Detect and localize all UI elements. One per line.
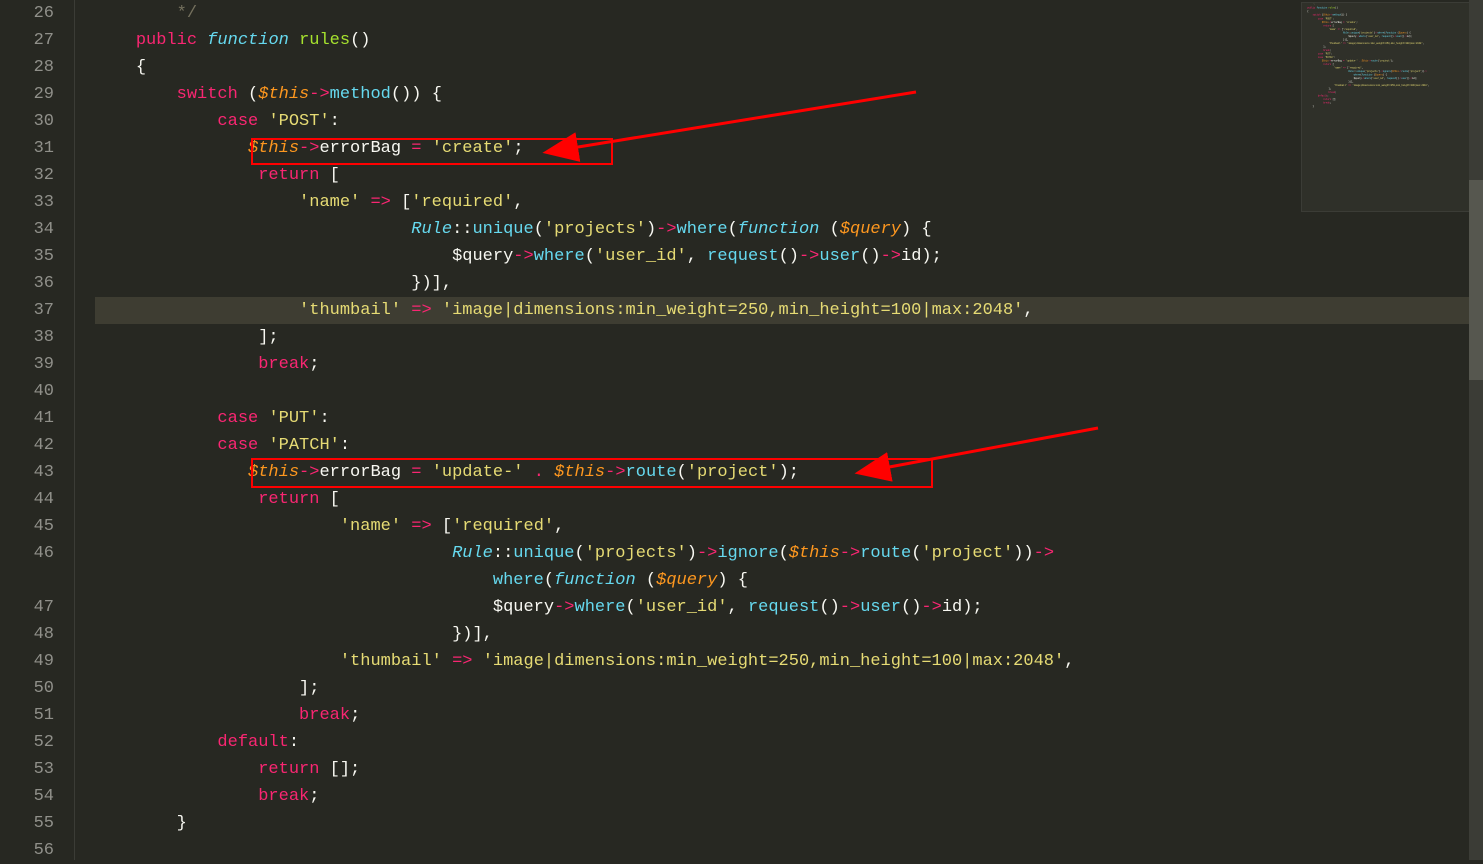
code-line[interactable]: return []; <box>95 756 1483 783</box>
line-number: 53 <box>0 756 54 783</box>
line-number: 30 <box>0 108 54 135</box>
code-line[interactable]: })], <box>95 270 1483 297</box>
line-number: 47 <box>0 594 54 621</box>
line-number: 45 <box>0 513 54 540</box>
code-line[interactable]: 'name' => ['required', <box>95 189 1483 216</box>
code-line[interactable]: case 'PUT': <box>95 405 1483 432</box>
code-line[interactable]: Rule::unique('projects')->where(function… <box>95 216 1483 243</box>
line-number: 27 <box>0 27 54 54</box>
code-line[interactable]: $query->where('user_id', request()->user… <box>95 243 1483 270</box>
code-line[interactable]: $this->errorBag = 'update-' . $this->rou… <box>95 459 1483 486</box>
line-number: 46 <box>0 540 54 594</box>
code-line[interactable]: public function rules() <box>95 27 1483 54</box>
line-number: 39 <box>0 351 54 378</box>
line-number: 51 <box>0 702 54 729</box>
line-number-gutter: 2627282930313233343536373839404142434445… <box>0 0 75 860</box>
code-line[interactable]: 'thumbail' => 'image|dimensions:min_weig… <box>95 297 1483 324</box>
line-number: 52 <box>0 729 54 756</box>
code-line[interactable]: } <box>95 810 1483 837</box>
code-line[interactable]: case 'POST': <box>95 108 1483 135</box>
code-line[interactable]: 'thumbail' => 'image|dimensions:min_weig… <box>95 648 1483 675</box>
code-line[interactable]: break; <box>95 351 1483 378</box>
line-number: 49 <box>0 648 54 675</box>
line-number: 50 <box>0 675 54 702</box>
vertical-scrollbar[interactable] <box>1469 0 1483 860</box>
code-line[interactable]: break; <box>95 783 1483 810</box>
code-line[interactable]: Rule::unique('projects')->ignore($this->… <box>95 540 1483 594</box>
line-number: 33 <box>0 189 54 216</box>
line-number: 28 <box>0 54 54 81</box>
code-line[interactable]: default: <box>95 729 1483 756</box>
line-number: 36 <box>0 270 54 297</box>
minimap-content: */ public function rules() { switch ($th… <box>1302 3 1481 108</box>
code-line[interactable]: break; <box>95 702 1483 729</box>
line-number: 42 <box>0 432 54 459</box>
code-line[interactable]: */ <box>95 0 1483 27</box>
code-editor[interactable]: 2627282930313233343536373839404142434445… <box>0 0 1483 860</box>
code-line[interactable]: ]; <box>95 324 1483 351</box>
code-line[interactable]: 'name' => ['required', <box>95 513 1483 540</box>
line-number: 26 <box>0 0 54 27</box>
code-line[interactable]: $this->errorBag = 'create'; <box>95 135 1483 162</box>
minimap[interactable]: */ public function rules() { switch ($th… <box>1301 2 1481 212</box>
code-line[interactable]: })], <box>95 621 1483 648</box>
line-number: 43 <box>0 459 54 486</box>
line-number: 29 <box>0 81 54 108</box>
line-number: 40 <box>0 378 54 405</box>
code-line[interactable] <box>95 378 1483 405</box>
line-number: 48 <box>0 621 54 648</box>
code-line[interactable]: switch ($this->method()) { <box>95 81 1483 108</box>
line-number: 37 <box>0 297 54 324</box>
line-number: 34 <box>0 216 54 243</box>
line-number: 44 <box>0 486 54 513</box>
line-number: 32 <box>0 162 54 189</box>
code-line[interactable]: ]; <box>95 675 1483 702</box>
line-number: 55 <box>0 810 54 837</box>
code-area[interactable]: */ public function rules() { switch ($th… <box>75 0 1483 860</box>
code-line[interactable]: $query->where('user_id', request()->user… <box>95 594 1483 621</box>
line-number: 35 <box>0 243 54 270</box>
code-line[interactable]: return [ <box>95 162 1483 189</box>
line-number: 38 <box>0 324 54 351</box>
code-line[interactable]: case 'PATCH': <box>95 432 1483 459</box>
line-number: 31 <box>0 135 54 162</box>
line-number: 41 <box>0 405 54 432</box>
code-line[interactable]: { <box>95 54 1483 81</box>
line-number: 54 <box>0 783 54 810</box>
scrollbar-thumb[interactable] <box>1469 180 1483 380</box>
code-line[interactable]: return [ <box>95 486 1483 513</box>
